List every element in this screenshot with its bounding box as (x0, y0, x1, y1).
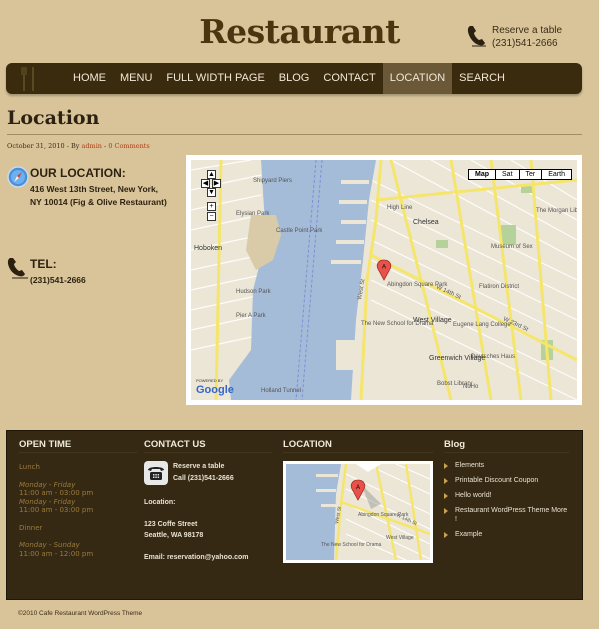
dinner-label: Dinner (19, 523, 43, 532)
address-line-2: NY 10014 (Fig & Olive Restaurant) (30, 197, 167, 207)
map-canvas: A Hoboken Elysian Park Castle Point Park… (191, 160, 577, 400)
footer-map-label-west-village: West Village (386, 535, 414, 541)
blog-list: Elements Printable Discount Coupon Hello… (444, 461, 569, 539)
contact-address-line-2: Seattle, WA 98178 (144, 532, 204, 539)
map-type-ter-button[interactable]: Ter (518, 170, 542, 179)
contact-location-label: Location: (144, 499, 176, 506)
contact-heading: CONTACT US (144, 431, 272, 453)
footer-contact: CONTACT US Reserve a table Call (231)541… (144, 431, 272, 561)
lunch-days: Monday - Friday (19, 497, 76, 506)
zoom-in-button[interactable]: + (207, 202, 216, 211)
map-label-flatiron-district: Flatiron District (479, 284, 519, 290)
copyright: ©2010 Cafe Restaurant WordPress Theme (18, 610, 143, 617)
google-map[interactable]: A Hoboken Elysian Park Castle Point Park… (191, 160, 577, 400)
blog-heading: Blog (444, 431, 569, 453)
svg-text:POWERED BY: POWERED BY (196, 378, 223, 383)
nav-menu: HOME MENU FULL WIDTH PAGE BLOG CONTACT L… (66, 63, 512, 94)
reserve-phone: (231)541-2666 (492, 38, 558, 49)
footer-location-heading: LOCATION (283, 431, 433, 453)
map-type-map-button[interactable]: Map (469, 170, 495, 179)
svg-text:Google: Google (196, 384, 234, 396)
footer-blog: Blog Elements Printable Discount Coupon … (444, 431, 569, 545)
post-meta: October 31, 2010 - By admin - 0 Comments (7, 142, 150, 150)
blog-link-elements[interactable]: Elements (444, 461, 569, 470)
map-label-holland-tunnel: Holland Tunnel (261, 388, 301, 394)
map-label-hoboken: Hoboken (194, 245, 222, 252)
phone-icon (7, 258, 28, 279)
tel-heading: TEL: (30, 257, 57, 271)
post-date: October 31, 2010 (7, 142, 65, 150)
map-label-pier-a-park: Pier A Park (236, 313, 267, 319)
map-label-morgan-library: The Morgan Library & Museum (536, 208, 577, 214)
location-address: 416 West 13th Street, New York, NY 10014… (30, 183, 167, 209)
lunch-label: Lunch (19, 463, 40, 471)
map-label-eugene-lang-college: Eugene Lang College (453, 322, 511, 328)
map-type-sat-button[interactable]: Sat (495, 170, 519, 179)
map-label-castle-point-park: Castle Point Park (276, 228, 323, 234)
lunch-hours: 11:00 am - 03:00 pm (19, 489, 94, 497)
footer-location: LOCATION (283, 431, 433, 453)
map-label-new-school-drama: The New School for Drama (361, 321, 434, 327)
map-label-bobst-library: Bobst Library (437, 381, 472, 387)
nav-item-full-width-page[interactable]: FULL WIDTH PAGE (159, 63, 271, 94)
map-label-high-line: High Line (387, 205, 413, 211)
blog-link-restaurant-theme-more[interactable]: Restaurant WordPress Theme More ! (444, 506, 569, 524)
contact-call: Call (231)541-2666 (173, 475, 234, 482)
reserve-label: Reserve a table (492, 25, 563, 36)
footer-open-time: OPEN TIME Lunch Monday - Friday 11:00 am… (19, 431, 137, 558)
dinner-hours: 11:00 am - 12:00 pm (19, 549, 94, 558)
contact-reserve-label: Reserve a table (173, 463, 225, 470)
open-time-heading: OPEN TIME (19, 431, 137, 453)
pan-right-button[interactable]: ▶ (212, 179, 221, 188)
nav-item-home[interactable]: HOME (66, 63, 113, 94)
map-label-elysian-park: Elysian Park (236, 211, 270, 217)
nav-item-contact[interactable]: CONTACT (316, 63, 382, 94)
dinner-days: Monday - Sunday (19, 541, 80, 549)
blog-link-example[interactable]: Example (444, 530, 569, 539)
phone-icon (467, 26, 486, 47)
header-reserve: Reserve a table (231)541-2666 (466, 24, 562, 50)
pan-up-button[interactable]: ▲ (207, 170, 216, 179)
google-map-frame: A Hoboken Elysian Park Castle Point Park… (186, 155, 582, 405)
map-label-museum-of-sex: Museum of Sex (491, 244, 533, 250)
author-link[interactable]: admin (82, 142, 102, 150)
page-title: Location (7, 107, 100, 129)
comments-link[interactable]: 0 Comments (108, 142, 149, 150)
zoom-out-button[interactable]: − (207, 212, 216, 221)
compass-icon (7, 166, 29, 188)
nav-item-location[interactable]: LOCATION (382, 63, 453, 94)
pan-down-button[interactable]: ▼ (207, 188, 216, 197)
tel-value: (231)541-2666 (30, 275, 86, 285)
map-label-deutsches-haus: Deutsches Haus (471, 354, 515, 360)
lunch-hours: 11:00 am - 03:00 pm (19, 506, 94, 514)
map-type-earth-button[interactable]: Earth (541, 170, 571, 179)
footer-widgets: OPEN TIME Lunch Monday - Friday 11:00 am… (6, 430, 583, 600)
lunch-days: Monday - Friday (19, 480, 76, 489)
pan-left-button[interactable]: ◀ (201, 179, 210, 188)
post-by: By (70, 142, 80, 150)
telephone-icon (144, 461, 168, 485)
nav-item-blog[interactable]: BLOG (272, 63, 317, 94)
svg-text:A: A (356, 485, 360, 491)
map-label-chelsea: Chelsea (413, 219, 439, 226)
footer-map-label-new-school: The New School for Drama (321, 542, 382, 548)
map-type-control: Map Sat Ter Earth (468, 169, 572, 180)
location-heading: OUR LOCATION: (30, 166, 126, 180)
nav-item-menu[interactable]: MENU (113, 63, 159, 94)
footer-map-thumbnail[interactable]: A Abingdon Square Park West Village The … (283, 461, 433, 563)
cutlery-icon (21, 67, 34, 91)
main-nav: HOME MENU FULL WIDTH PAGE BLOG CONTACT L… (6, 63, 582, 94)
nav-item-search[interactable]: SEARCH (452, 63, 512, 94)
footer-map-canvas: A Abingdon Square Park West Village The … (286, 463, 431, 561)
svg-text:A: A (382, 265, 386, 271)
contact-address-line-1: 123 Coffe Street (144, 521, 198, 528)
title-divider (7, 134, 582, 135)
blog-link-printable-discount-coupon[interactable]: Printable Discount Coupon (444, 476, 569, 485)
contact-email[interactable]: Email: reservation@yahoo.com (144, 554, 272, 561)
address-line-1: 416 West 13th Street, New York, (30, 184, 159, 194)
map-label-shipyard-piers: Shipyard Piers (253, 178, 292, 184)
map-label-hudson-park: Hudson Park (236, 289, 272, 295)
blog-link-hello-world[interactable]: Hello world! (444, 491, 569, 500)
